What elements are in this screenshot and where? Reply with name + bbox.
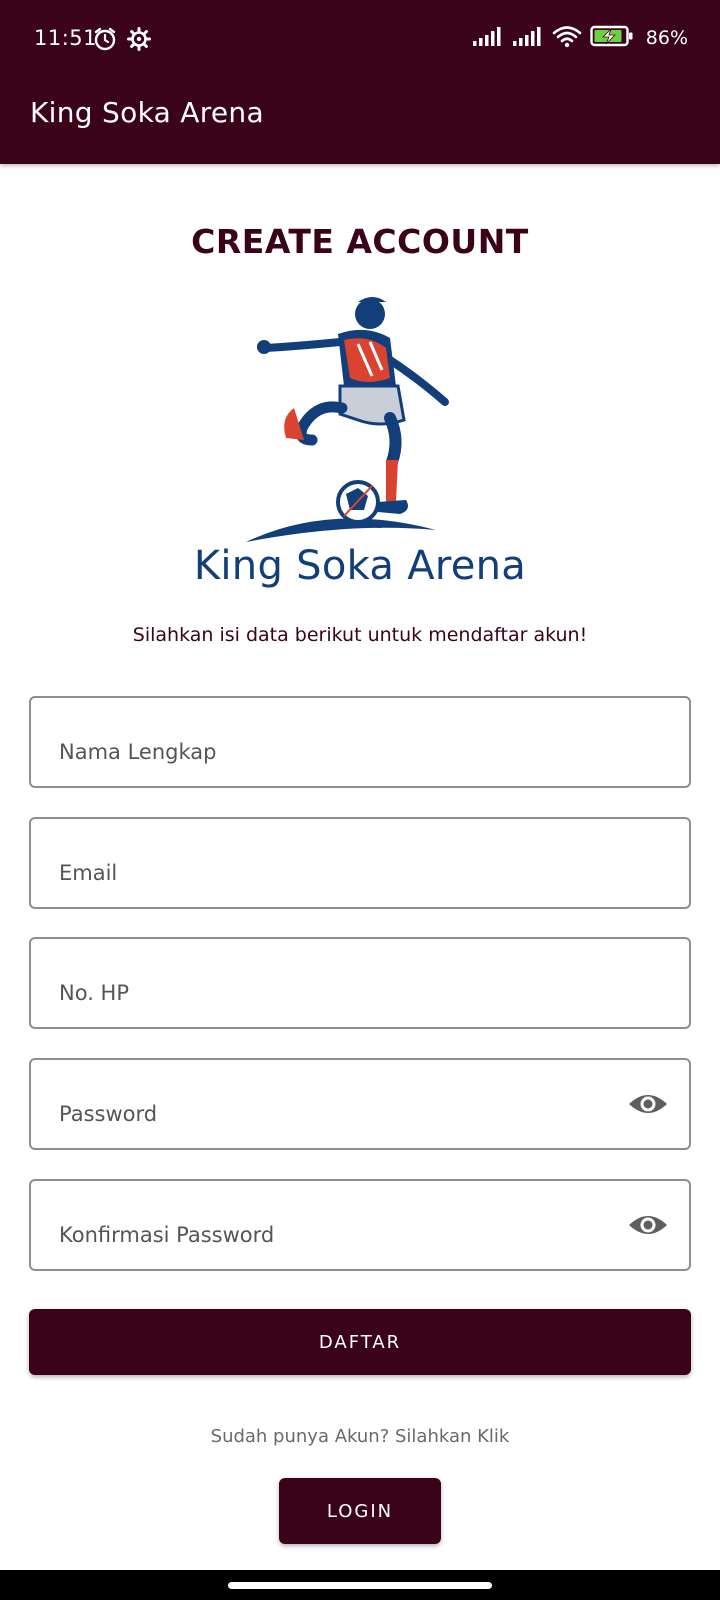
battery-percentage: 86% [645,27,688,49]
full-name-field[interactable] [29,696,691,788]
email-field[interactable] [29,817,691,909]
register-button[interactable]: DAFTAR [29,1309,691,1375]
signal-icon [512,25,544,51]
login-button[interactable]: LOGIN [279,1478,441,1544]
status-indicators: 86% [472,24,688,52]
wifi-icon [552,24,582,52]
form-instructions: Silahkan isi data berikut untuk mendafta… [132,624,588,646]
logo-image [240,290,480,550]
settings-icon [126,26,152,56]
status-bar: 11:51 86% [0,0,720,80]
signal-icon [472,25,504,51]
phone-input[interactable] [59,981,599,1005]
login-prompt: Sudah punya Akun? Silahkan Klik [210,1426,510,1447]
navigation-bar [0,1570,720,1600]
app-bar: King Soka Arena [0,80,720,164]
app-title: King Soka Arena [30,96,264,129]
confirm-password-input[interactable] [59,1223,599,1247]
full-name-input[interactable] [59,740,599,764]
confirm-password-field[interactable] [29,1179,691,1271]
status-time: 11:51 [34,26,98,50]
alarm-icon [92,26,118,56]
password-input[interactable] [59,1102,599,1126]
home-indicator[interactable] [228,1582,492,1589]
logo-text: King Soka Arena [193,543,527,589]
page-title: CREATE ACCOUNT [191,222,529,261]
show-confirm-password-eye-icon[interactable] [627,1207,669,1243]
phone-field[interactable] [29,937,691,1029]
password-field[interactable] [29,1058,691,1150]
battery-charging-icon [590,24,634,52]
show-password-eye-icon[interactable] [627,1086,669,1122]
email-input[interactable] [59,861,599,885]
